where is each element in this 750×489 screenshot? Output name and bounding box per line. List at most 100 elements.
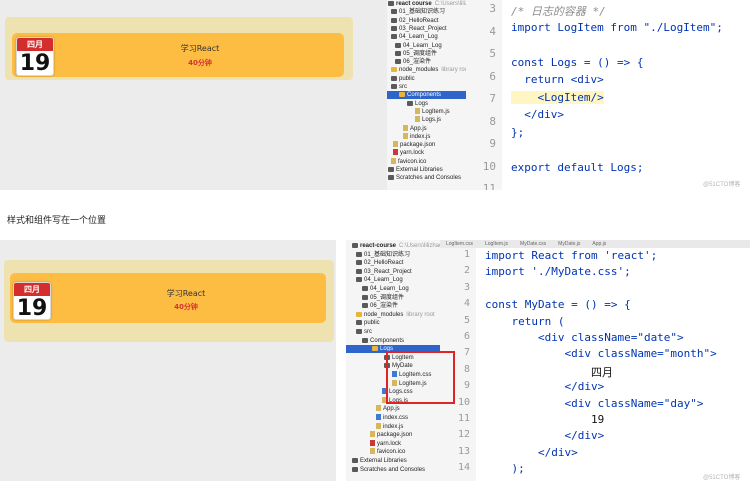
tree-item[interactable]: 01_基础知识练习 [387, 8, 466, 16]
code-line[interactable]: import './MyDate.css'; [485, 265, 631, 278]
folder-icon [356, 251, 362, 257]
tree-item[interactable]: 04_Learn_Log [346, 276, 440, 284]
calendar-month: 四月 [17, 38, 53, 51]
code-line[interactable]: 19 [485, 413, 604, 426]
tree-item-label: 02_HelloReact [399, 17, 439, 24]
tree-item-label: Logs.js [422, 117, 442, 124]
tree-item-label: favicon.ico [398, 158, 427, 165]
folder-icon [372, 346, 378, 352]
tree-item[interactable]: public [346, 319, 440, 327]
tree-item[interactable]: favicon.ico [387, 157, 466, 166]
tree-item[interactable]: favicon.ico [346, 448, 440, 456]
folder-icon [391, 17, 397, 23]
editor-tab[interactable]: MyDate.js [552, 240, 586, 248]
tree-item[interactable]: 05_调度组件 [387, 50, 466, 58]
tree-item[interactable]: 05_调度组件 [346, 294, 440, 302]
tree-item[interactable]: App.js [387, 124, 466, 133]
tree-item[interactable]: package.json [387, 141, 466, 149]
folder-icon [388, 1, 394, 6]
code-line[interactable]: </div> [485, 380, 604, 393]
tree-item[interactable]: 03_React_Project [346, 268, 440, 276]
tree-item-label: LogItem.js [422, 108, 450, 115]
editor-tab[interactable]: LogItem.css [440, 240, 479, 248]
code-line[interactable]: return ( [485, 315, 564, 328]
tree-item[interactable]: Components [346, 337, 440, 345]
folder-icon [391, 67, 397, 73]
tree-item-label: yarn.lock [377, 440, 402, 447]
tree-item[interactable]: yarn.lock [346, 439, 440, 448]
tree-item[interactable]: 02_HelloReact [387, 17, 466, 25]
tree-item[interactable]: 04_Learn_Log [387, 42, 466, 50]
tree-item[interactable]: index.css [346, 414, 440, 422]
code-line[interactable]: const Logs = () => { [511, 56, 643, 69]
code-line[interactable]: export default Logs; [511, 161, 643, 174]
tree-item[interactable]: yarn.lock [387, 149, 466, 157]
code-line[interactable]: ); [485, 462, 524, 475]
code-line[interactable]: }; [511, 126, 524, 139]
tree-item[interactable]: Logs.js [387, 116, 466, 124]
tree-item[interactable]: package.json [346, 431, 440, 439]
code-line[interactable]: <div className="date"> [485, 331, 684, 344]
line-number: 5 [463, 314, 470, 326]
tree-item-label: Components [370, 337, 405, 344]
tree-item[interactable]: index.js [346, 422, 440, 431]
tree-item[interactable]: 04_Learn_Log [346, 285, 440, 293]
editor-tab[interactable]: MyDate.css [514, 240, 552, 248]
tree-item[interactable]: node_moduleslibrary root [387, 66, 466, 74]
tree-item[interactable]: 04_Learn_Log [387, 33, 466, 41]
line-number: 12 [457, 429, 470, 441]
editor-tab[interactable]: App.js [586, 240, 612, 248]
file-icon [393, 141, 398, 148]
folder-icon [395, 42, 401, 48]
tree-item[interactable]: LogItem.js [387, 107, 466, 116]
tree-item[interactable]: index.js [387, 132, 466, 141]
code-line[interactable]: import React from 'react'; [485, 249, 657, 262]
code-line[interactable]: </div> [511, 108, 564, 121]
code-line[interactable]: <LogItem/> [511, 90, 604, 104]
folder-icon [407, 100, 413, 106]
code-line[interactable]: 四月 [485, 364, 613, 380]
code-line[interactable]: <div className="month"> [485, 347, 716, 360]
folder-icon [352, 243, 358, 248]
tree-item[interactable]: 06_渲染件 [387, 58, 466, 66]
tree-item[interactable]: src [387, 83, 466, 91]
folder-icon [356, 277, 362, 283]
tree-item[interactable]: react-course C:\Users\lilizhao\ [346, 242, 440, 250]
folder-icon [352, 458, 358, 463]
tree-item[interactable]: src [346, 328, 440, 336]
tree-item[interactable]: 03_React_Project [387, 25, 466, 33]
code-line[interactable]: </div> [485, 429, 604, 442]
log-item[interactable] [12, 33, 344, 77]
bottom-code-editor[interactable]: import React from 'react'; import './MyDa… [476, 248, 750, 481]
tree-item[interactable]: 06_渲染件 [346, 302, 440, 310]
bottom-editor-tabs[interactable]: LogItem.css LogItem.js MyDate.css MyDate.js… [440, 240, 750, 248]
folder-icon [362, 286, 368, 291]
tree-item[interactable]: react courseC:\Users\lilizhao\ [387, 0, 466, 8]
tree-item[interactable]: Logs [387, 100, 466, 108]
code-line[interactable]: const MyDate = () => { [485, 298, 631, 311]
tree-item[interactable]: 02_HelloReact [346, 259, 440, 267]
top-code-editor[interactable]: /* 日志的容器 */ import LogItem from "./LogIte… [502, 0, 750, 190]
file-icon [370, 431, 375, 438]
tree-item[interactable]: External Libraries [346, 457, 440, 465]
log-item-title: 学习React [180, 44, 220, 53]
tree-item[interactable]: Components [387, 91, 466, 100]
date-calendar: 四月 19 [13, 282, 51, 320]
top-project-tree[interactable]: react courseC:\Users\lilizhao\01_基础知识练习0… [387, 0, 466, 190]
tree-item[interactable]: App.js [346, 405, 440, 413]
tree-item[interactable]: node_moduleslibrary root [346, 311, 440, 319]
tree-item[interactable]: 01_基础知识练习 [346, 251, 440, 259]
editor-tab[interactable]: LogItem.js [479, 240, 514, 248]
code-line[interactable]: <div className="day"> [485, 397, 703, 410]
tree-item-label: Components [407, 92, 442, 99]
highlight-box [386, 351, 455, 404]
tree-item[interactable]: Scratches and Consoles [387, 174, 466, 182]
code-line[interactable]: /* 日志的容器 */ [511, 3, 606, 19]
tree-item[interactable]: Scratches and Consoles [346, 466, 440, 474]
tree-item[interactable]: External Libraries [387, 166, 466, 174]
code-line[interactable]: return <div> [511, 73, 603, 86]
folder-icon [391, 84, 397, 89]
tree-item[interactable]: public [387, 75, 466, 83]
code-line[interactable]: </div> [485, 446, 578, 459]
code-line[interactable]: import LogItem from "./LogItem"; [511, 21, 723, 34]
